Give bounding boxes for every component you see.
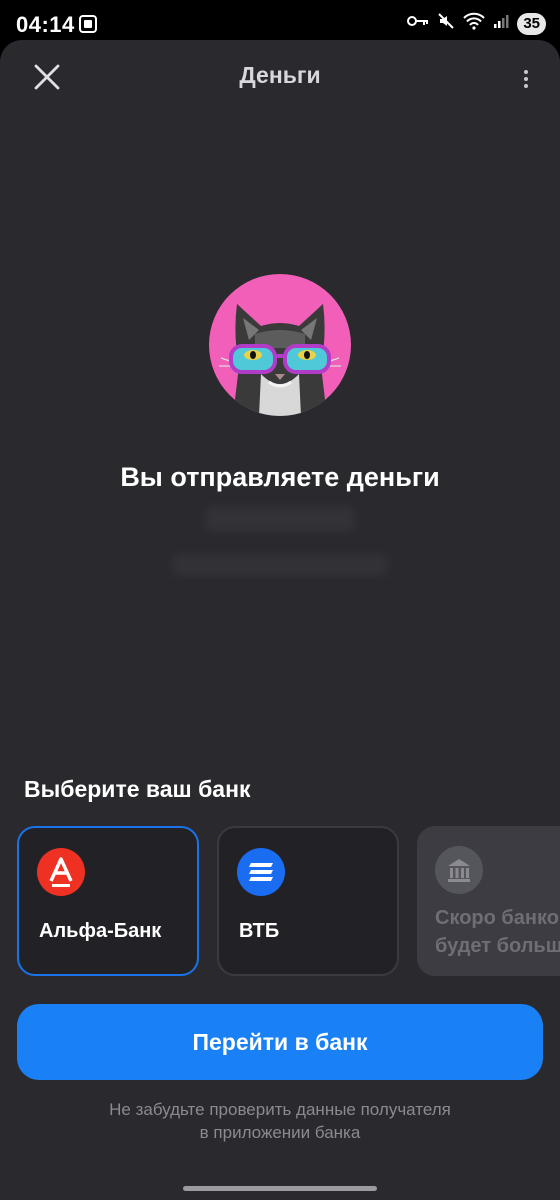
key-icon	[407, 14, 429, 33]
bank-building-icon	[435, 846, 483, 894]
screenshot-icon	[78, 14, 98, 39]
battery-indicator: 35	[517, 12, 546, 35]
hero-text: Вы отправляете деньги	[120, 462, 440, 492]
status-icons: 35	[407, 12, 546, 35]
coming-soon-text: Скоро банков будет больше	[435, 904, 560, 960]
coming-soon-line: Скоро банков	[435, 907, 560, 929]
alfa-bank-logo-icon	[37, 848, 85, 896]
bank-name: ВТБ	[239, 920, 280, 942]
bank-card-coming-soon: Скоро банков будет больше	[417, 826, 560, 976]
choose-bank-title: Выберите ваш банк	[24, 776, 251, 802]
hint-line: Не забудьте проверить данные получателя	[109, 1100, 451, 1119]
more-menu-button[interactable]	[518, 62, 534, 96]
page-title: Деньги	[239, 62, 321, 88]
hint-text: Не забудьте проверить данные получателя …	[0, 1098, 560, 1144]
status-time: 04:14	[16, 12, 75, 37]
mute-icon	[437, 12, 455, 35]
bank-card-vtb[interactable]: ВТБ	[217, 826, 399, 976]
avatar	[209, 274, 351, 416]
go-to-bank-button[interactable]: Перейти в банк	[17, 1004, 543, 1080]
signal-icon	[493, 13, 509, 34]
bank-name: Альфа-Банк	[39, 920, 162, 942]
bottom-sheet: Деньги Вы отправляете деньги Выберите ва…	[0, 40, 560, 1200]
hint-line: в приложении банка	[199, 1123, 361, 1142]
blurred-amount	[205, 506, 355, 532]
wifi-icon	[463, 12, 486, 35]
more-dot	[524, 70, 528, 74]
vtb-logo-icon	[237, 848, 285, 896]
more-dot	[524, 77, 528, 81]
coming-soon-line: будет больше	[435, 935, 560, 957]
blurred-recipient	[172, 554, 388, 576]
home-indicator[interactable]	[183, 1186, 377, 1191]
more-dot	[524, 84, 528, 88]
bank-card-alfa[interactable]: Альфа-Банк	[17, 826, 199, 976]
cat-avatar-image	[219, 304, 341, 416]
